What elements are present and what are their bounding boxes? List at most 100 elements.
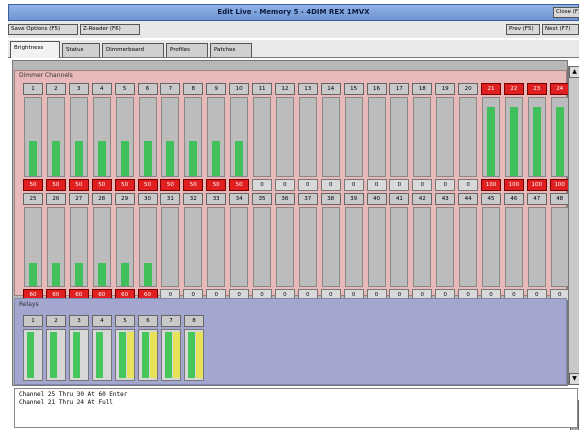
channel-level-bar[interactable] — [482, 97, 500, 177]
channel-level-bar[interactable] — [138, 97, 157, 177]
channel-value[interactable]: 50 — [229, 179, 250, 191]
channel-level-bar[interactable] — [321, 207, 340, 287]
channel-value[interactable]: 50 — [206, 179, 227, 191]
channel-value[interactable]: 100 — [549, 179, 570, 191]
relay-indicator[interactable] — [161, 329, 181, 381]
channel-level-bar[interactable] — [459, 207, 478, 287]
channel-level-bar[interactable] — [115, 97, 134, 177]
channel-level-bar[interactable] — [344, 207, 363, 287]
channel-level-bar[interactable] — [550, 207, 569, 287]
channel-level-bar[interactable] — [321, 97, 340, 177]
channel-value[interactable]: 0 — [412, 179, 433, 191]
channel-level-bar[interactable] — [115, 207, 134, 287]
channel-value[interactable]: 50 — [160, 179, 181, 191]
channel-number: 34 — [229, 193, 250, 205]
close-button[interactable]: Close (F) — [553, 7, 579, 18]
prev-button[interactable]: Prev (F5) — [506, 24, 540, 35]
channel-value[interactable]: 50 — [114, 179, 135, 191]
relay-indicator[interactable] — [69, 329, 89, 381]
channel-value[interactable]: 0 — [274, 179, 295, 191]
tab-status[interactable]: Status — [62, 43, 100, 57]
channel-level-bar[interactable] — [184, 97, 203, 177]
channel-level-bar[interactable] — [92, 207, 111, 287]
channel-level-bar[interactable] — [436, 97, 455, 177]
channel-level-bar[interactable] — [138, 207, 157, 287]
relay-number: 5 — [115, 315, 135, 327]
relay-indicator[interactable] — [184, 329, 204, 381]
channel-level-bar[interactable] — [184, 207, 203, 287]
channel-value[interactable]: 50 — [183, 179, 204, 191]
save-options-button[interactable]: Save Options (F5) — [8, 24, 78, 35]
channel-level-bar[interactable] — [230, 207, 249, 287]
channel-value[interactable]: 50 — [23, 179, 43, 191]
channel-level-bar[interactable] — [298, 97, 317, 177]
channel-value[interactable]: 0 — [320, 179, 341, 191]
channel-value[interactable]: 0 — [389, 179, 410, 191]
relay-indicator[interactable] — [46, 329, 66, 381]
vertical-scrollbar[interactable]: ▲ ▼ — [568, 66, 579, 430]
command-log[interactable]: Channel 25 Thru 30 At 60 Enter Channel 2… — [14, 388, 578, 428]
channel-level-bar[interactable] — [69, 207, 88, 287]
channel-value[interactable]: 100 — [526, 179, 547, 191]
channel-level-bar[interactable] — [253, 97, 271, 177]
channel-level-bar[interactable] — [230, 97, 249, 177]
channel-level-bar[interactable] — [504, 97, 523, 177]
channel-level-bar[interactable] — [161, 97, 180, 177]
channel-level-bar[interactable] — [390, 207, 409, 287]
channel-level-bar[interactable] — [24, 97, 42, 177]
channel-level-bar[interactable] — [207, 207, 226, 287]
channel-level-bar[interactable] — [92, 97, 111, 177]
channel-number: 13 — [297, 83, 318, 95]
channel-value[interactable]: 50 — [68, 179, 89, 191]
channel-level-bar[interactable] — [436, 207, 455, 287]
z-reader-button[interactable]: Z-Reader (F6) — [80, 24, 140, 35]
channel-level-bar[interactable] — [344, 97, 363, 177]
tab-dimmerboard[interactable]: Dimmerboard — [102, 43, 164, 57]
channel-level-bar[interactable] — [413, 207, 432, 287]
channel-level-bar[interactable] — [46, 207, 65, 287]
channel-level-bar[interactable] — [275, 207, 294, 287]
channel-value[interactable]: 0 — [252, 179, 272, 191]
channel-level-bar[interactable] — [253, 207, 271, 287]
relay-indicator[interactable] — [115, 329, 135, 381]
channel-level-bar[interactable] — [367, 207, 386, 287]
relay-indicator[interactable] — [92, 329, 112, 381]
channel-value[interactable]: 0 — [343, 179, 364, 191]
channel-level-bar[interactable] — [527, 207, 546, 287]
channel-level-bar[interactable] — [413, 97, 432, 177]
next-button[interactable]: Next (F7) — [542, 24, 579, 35]
tab-profiles[interactable]: Profiles — [166, 43, 208, 57]
tab-patches[interactable]: Patches — [210, 43, 252, 57]
tab-brightness[interactable]: Brightness — [10, 41, 60, 58]
channel-value[interactable]: 100 — [503, 179, 524, 191]
channel-value[interactable]: 100 — [481, 179, 501, 191]
channel-value[interactable]: 50 — [45, 179, 66, 191]
channel-value[interactable]: 50 — [91, 179, 112, 191]
channel-value[interactable]: 0 — [435, 179, 456, 191]
channel-value[interactable]: 50 — [137, 179, 158, 191]
channel-level-bar[interactable] — [298, 207, 317, 287]
channel-level-bar[interactable] — [482, 207, 500, 287]
level-fill — [189, 140, 198, 176]
channel-level-bar[interactable] — [367, 97, 386, 177]
channel-level-bar[interactable] — [275, 97, 294, 177]
channel-level-bar[interactable] — [390, 97, 409, 177]
channel-level-bar[interactable] — [550, 97, 569, 177]
channel-level-bar[interactable] — [69, 97, 88, 177]
channel-level-bar[interactable] — [527, 97, 546, 177]
channel-level-bar[interactable] — [459, 97, 478, 177]
relay-indicator[interactable] — [23, 329, 43, 381]
channel-value[interactable]: 0 — [458, 179, 479, 191]
scroll-down-icon[interactable]: ▼ — [569, 373, 579, 385]
channel-value[interactable]: 0 — [297, 179, 318, 191]
scroll-up-icon[interactable]: ▲ — [569, 66, 579, 78]
channel-level-bar[interactable] — [46, 97, 65, 177]
channel-number: 31 — [160, 193, 181, 205]
channel-level-bar[interactable] — [24, 207, 42, 287]
relay-indicator[interactable] — [138, 329, 158, 381]
channel-level-bar[interactable] — [207, 97, 226, 177]
channel-level-bar[interactable] — [504, 207, 523, 287]
channel-level-bar[interactable] — [161, 207, 180, 287]
channel-value[interactable]: 0 — [366, 179, 387, 191]
level-fill — [51, 262, 60, 286]
